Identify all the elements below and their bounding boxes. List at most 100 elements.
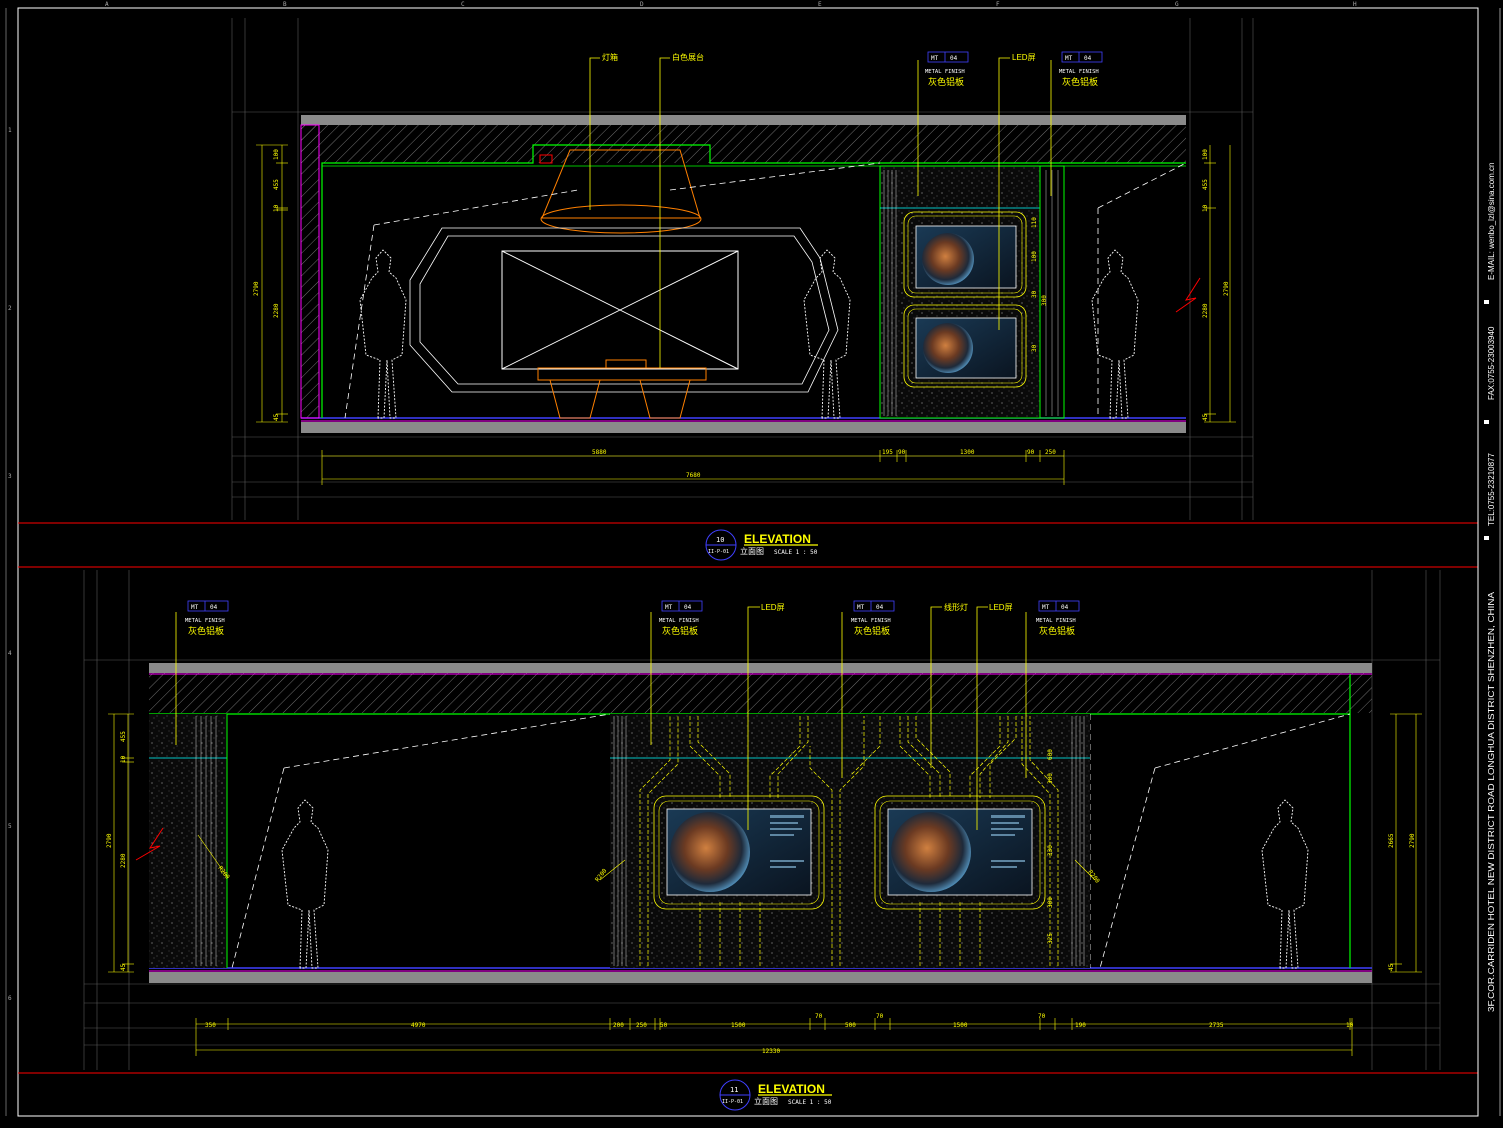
- bottom-ref-number: 11: [730, 1086, 738, 1094]
- svg-text:04: 04: [1084, 55, 1092, 62]
- svg-text:600: 600: [1047, 749, 1054, 760]
- top-left-dim-4: 2280: [273, 303, 280, 318]
- top-right-total: 2790: [1223, 281, 1230, 296]
- top-material-tag-2: MT 04 METAL FINISH 灰色铝板: [1059, 51, 1103, 87]
- svg-text:04: 04: [210, 604, 218, 611]
- bottom-dim-9: 70: [876, 1013, 884, 1020]
- bottom-dim-10: 1500: [953, 1022, 968, 1029]
- svg-text:灰色铝板: 灰色铝板: [188, 625, 224, 636]
- bottom-dim-total: 12330: [762, 1048, 780, 1055]
- bottom-right-dim-small: 45: [1388, 963, 1395, 971]
- bottom-subtitle: 立面图: [754, 1096, 778, 1106]
- top-right-dim-3: 10: [1202, 204, 1209, 212]
- top-dim-4: 1300: [960, 449, 975, 456]
- side-email: E-MAIL: wenbo_lzl@sina.com.cn: [1487, 163, 1496, 281]
- bottom-dim-2: 4970: [411, 1022, 426, 1029]
- top-display-frame: [501, 250, 739, 370]
- bottom-left-total: 2790: [106, 833, 113, 848]
- top-right-dim-5: 45: [1202, 413, 1209, 421]
- bottom-left-column: [149, 714, 228, 968]
- bottom-dim-1: 350: [205, 1022, 216, 1029]
- grid-letter-d: D: [640, 1, 644, 8]
- bottom-material-tag-4: MT 04 METAL FINISH 灰色铝板: [1036, 600, 1080, 636]
- svg-text:灰色铝板: 灰色铝板: [1039, 625, 1075, 636]
- svg-text:300: 300: [1047, 773, 1054, 784]
- svg-text:METAL FINISH: METAL FINISH: [659, 618, 699, 624]
- svg-text:METAL FINISH: METAL FINISH: [185, 618, 225, 624]
- bottom-ceiling-slab: [149, 663, 1372, 673]
- svg-text:330: 330: [1047, 845, 1054, 856]
- bottom-led-wall: [610, 714, 1090, 968]
- bottom-callout-led-1: LED屏: [761, 603, 785, 612]
- bottom-material-tag-1: MT 04 METAL FINISH 灰色铝板: [185, 600, 229, 636]
- svg-text:MT: MT: [665, 604, 673, 611]
- grid-number-4: 4: [8, 650, 12, 657]
- bottom-dim-5: 50: [660, 1022, 668, 1029]
- svg-text:灰色铝板: 灰色铝板: [1062, 76, 1098, 87]
- grid-numbers: 1 2 3 4 5 6: [8, 127, 12, 1002]
- top-callout-counter: 白色展台: [672, 52, 704, 62]
- grid-letter-c: C: [461, 1, 465, 8]
- svg-text:110: 110: [1031, 217, 1038, 228]
- grid-number-5: 5: [8, 823, 12, 830]
- bottom-material-tag-2: MT 04 METAL FINISH 灰色铝板: [659, 600, 703, 636]
- svg-text:04: 04: [1061, 604, 1069, 611]
- side-tel: TEL:0755-23210877: [1487, 453, 1496, 527]
- grid-letters: A B C D E F G H: [105, 1, 1357, 8]
- top-title: ELEVATION: [744, 532, 811, 546]
- top-dim-5: 90: [1027, 449, 1035, 456]
- svg-text:MT: MT: [191, 604, 199, 611]
- top-right-dim-2: 455: [1202, 179, 1209, 190]
- bottom-material-tag-3: MT 04 METAL FINISH 灰色铝板: [851, 600, 895, 636]
- bottom-right-total: 2790: [1409, 833, 1416, 848]
- top-left-total: 2790: [253, 281, 260, 296]
- svg-text:METAL FINISH: METAL FINISH: [1059, 69, 1099, 75]
- svg-text:300: 300: [1047, 897, 1054, 908]
- bottom-ref-sheet: II-P-01: [722, 1099, 743, 1105]
- top-material-tag-1: MT 04 METAL FINISH 灰色铝板: [925, 51, 969, 87]
- svg-text:METAL FINISH: METAL FINISH: [1036, 618, 1076, 624]
- elevation-bottom: R200 R200 R200 LED屏 线形灯 LED屏 MT 04 METAL…: [83, 570, 1441, 1111]
- svg-text:灰色铝板: 灰色铝板: [928, 76, 964, 87]
- bottom-title-block: 11 II-P-01 ELEVATION 立面图 SCALE 1 : 50: [719, 1079, 832, 1111]
- svg-text:灰色铝板: 灰色铝板: [662, 625, 698, 636]
- side-project: 3F,COR.CARRIDEN HOTEL NEW DISTRICT ROAD …: [1487, 591, 1496, 1012]
- top-dim-2: 195: [882, 449, 893, 456]
- top-right-dim-1: 100: [1202, 149, 1209, 160]
- top-dim-6: 250: [1045, 449, 1056, 456]
- bottom-dim-7: 70: [815, 1013, 823, 1020]
- grid-number-1: 1: [8, 127, 12, 134]
- top-callout-light: 灯箱: [602, 52, 618, 62]
- svg-text:MT: MT: [1042, 604, 1050, 611]
- svg-text:30: 30: [1031, 290, 1038, 298]
- grid-letter-h: H: [1353, 1, 1357, 8]
- top-title-block: 10 II-P-01 ELEVATION 立面图 SCALE 1 : 50: [705, 529, 818, 561]
- bottom-right-dim: 2665: [1388, 833, 1395, 848]
- svg-text:300: 300: [1041, 295, 1048, 306]
- svg-text:MT: MT: [931, 55, 939, 62]
- side-info-strip: E-MAIL: wenbo_lzl@sina.com.cn FAX:0755-2…: [1484, 8, 1501, 1116]
- bottom-floor-slab: [149, 972, 1372, 983]
- bottom-left-dim-1: 455: [120, 731, 127, 742]
- svg-text:100: 100: [1031, 251, 1038, 262]
- bottom-dim-3: 200: [613, 1022, 624, 1029]
- top-floor-slab: [301, 422, 1186, 433]
- grid-letter-e: E: [818, 1, 822, 8]
- svg-text:325: 325: [1047, 933, 1054, 944]
- svg-text:MT: MT: [857, 604, 865, 611]
- elevation-top: 灯箱 白色展台 LED屏 MT 04 METAL FINISH 灰色铝板 MT …: [231, 18, 1254, 561]
- bottom-dim-11: 70: [1038, 1013, 1046, 1020]
- grid-number-2: 2: [8, 305, 12, 312]
- svg-text:30: 30: [1031, 344, 1038, 352]
- top-left-dim-1: 100: [273, 149, 280, 160]
- side-fax: FAX:0755-23003940: [1487, 326, 1496, 400]
- top-dim-3: 90: [898, 449, 906, 456]
- bottom-left-dim-2: 10: [120, 755, 127, 763]
- svg-text:MT: MT: [1065, 55, 1073, 62]
- bottom-dim-4: 250: [636, 1022, 647, 1029]
- top-left-dim-5: 45: [273, 413, 280, 421]
- svg-text:04: 04: [684, 604, 692, 611]
- bottom-dim-8: 500: [845, 1022, 856, 1029]
- top-callout-led: LED屏: [1012, 53, 1036, 62]
- top-dim-total: 7680: [686, 472, 701, 479]
